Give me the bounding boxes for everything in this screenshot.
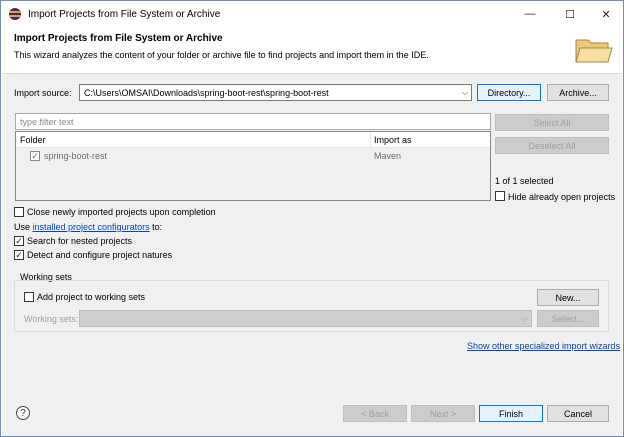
use-suffix: to: — [149, 222, 163, 232]
use-prefix: Use — [14, 222, 33, 232]
show-other-wizards-link[interactable]: Show other specialized import wizards — [467, 341, 620, 351]
cancel-button[interactable]: Cancel — [547, 405, 609, 422]
minimize-icon[interactable]: — — [517, 5, 543, 23]
detect-natures-checkbox[interactable]: ✓ — [14, 250, 24, 260]
wizard-body: Import source: C:\Users\OMSAI\Downloads\… — [2, 73, 622, 400]
next-button[interactable]: Next > — [411, 405, 475, 422]
projects-table: Folder Import as ✓ spring-boot-rest Mave… — [15, 131, 491, 201]
row-import-as: Maven — [374, 151, 402, 161]
hide-open-label: Hide already open projects — [508, 192, 616, 202]
window-title: Import Projects from File System or Arch… — [28, 9, 221, 20]
table-header: Folder Import as — [16, 132, 490, 148]
search-nested-checkbox[interactable]: ✓ — [14, 236, 24, 246]
banner-description: This wizard analyzes the content of your… — [14, 50, 429, 60]
selection-count: 1 of 1 selected — [495, 176, 554, 186]
column-header-import-as[interactable]: Import as — [374, 135, 412, 145]
banner-title: Import Projects from File System or Arch… — [14, 33, 223, 44]
title-bar: Import Projects from File System or Arch… — [1, 1, 623, 27]
select-all-button[interactable]: Select All — [495, 114, 609, 131]
select-working-sets-button[interactable]: Select... — [537, 310, 599, 327]
finish-button[interactable]: Finish — [479, 405, 543, 422]
table-row[interactable]: ✓ spring-boot-rest Maven — [16, 148, 490, 164]
folder-open-icon — [575, 39, 613, 63]
close-projects-checkbox[interactable] — [14, 207, 24, 217]
chevron-down-icon[interactable]: ⌵ — [522, 314, 528, 324]
hide-open-checkbox[interactable] — [495, 191, 505, 201]
installed-configurators-link[interactable]: installed project configurators — [33, 222, 150, 232]
import-source-combo[interactable]: C:\Users\OMSAI\Downloads\spring-boot-res… — [79, 84, 472, 101]
close-icon[interactable]: ✕ — [593, 5, 619, 23]
column-header-folder[interactable]: Folder — [20, 135, 46, 145]
detect-natures-label: Detect and configure project natures — [27, 250, 173, 260]
import-dialog: Import Projects from File System or Arch… — [0, 0, 624, 437]
deselect-all-button[interactable]: Deselect All — [495, 137, 609, 154]
wizard-banner: Import Projects from File System or Arch… — [2, 27, 622, 73]
add-working-sets-label: Add project to working sets — [37, 292, 146, 302]
add-working-sets-checkbox[interactable] — [24, 292, 34, 302]
import-source-label: Import source: — [14, 88, 72, 98]
wizard-footer: ? < Back Next > Finish Cancel — [2, 400, 622, 436]
help-icon[interactable]: ? — [16, 406, 30, 420]
eclipse-icon — [9, 8, 21, 20]
configurators-text: Use installed project configurators to: — [14, 222, 162, 232]
new-working-set-button[interactable]: New... — [537, 289, 599, 306]
working-sets-label: Working sets: — [24, 314, 79, 324]
back-button[interactable]: < Back — [343, 405, 407, 422]
archive-button[interactable]: Archive... — [547, 84, 609, 101]
maximize-icon[interactable]: ☐ — [557, 5, 583, 23]
directory-button[interactable]: Directory... — [477, 84, 541, 101]
close-projects-label: Close newly imported projects upon compl… — [27, 207, 216, 217]
import-source-value: C:\Users\OMSAI\Downloads\spring-boot-res… — [84, 87, 329, 98]
row-checkbox[interactable]: ✓ — [30, 151, 40, 161]
filter-input[interactable]: type filter text — [15, 113, 491, 130]
working-sets-combo[interactable]: ⌵ — [79, 310, 532, 327]
search-nested-label: Search for nested projects — [27, 236, 133, 246]
chevron-down-icon[interactable]: ⌵ — [462, 88, 468, 98]
row-folder: spring-boot-rest — [44, 151, 108, 161]
